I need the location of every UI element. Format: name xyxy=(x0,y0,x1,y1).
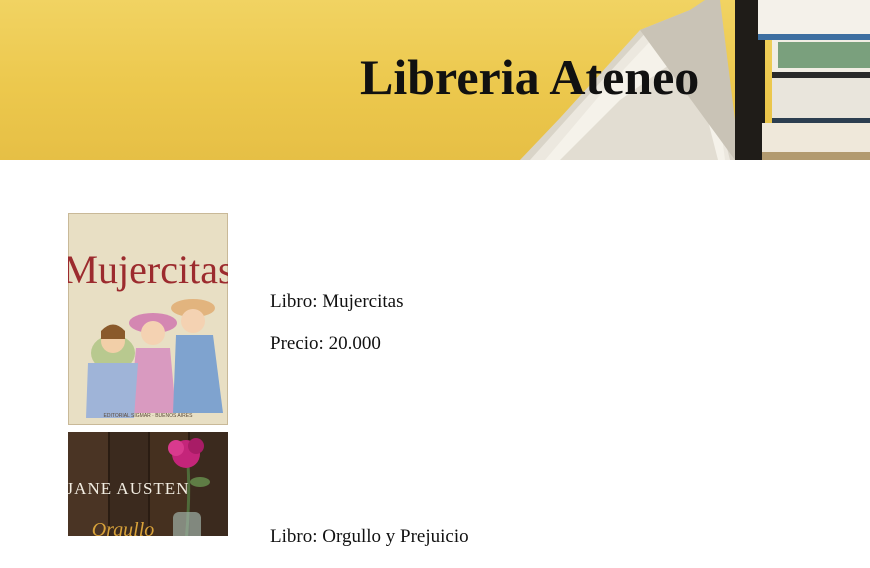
site-title: Libreria Ateneo xyxy=(360,49,700,105)
cover-title: Mujercitas xyxy=(68,247,228,292)
cover-author: JANE AUSTEN xyxy=(68,479,189,498)
book-item: Mujercitas EDITORIAL SIGMAR · BUENOS AIR… xyxy=(68,213,828,425)
book-name: Libro: Mujercitas xyxy=(270,291,404,312)
book-price: Precio: 20.000 xyxy=(270,333,381,354)
cover-publisher: EDITORIAL SIGMAR · BUENOS AIRES xyxy=(104,413,194,419)
cover-title: Orgullo xyxy=(92,519,155,536)
book-details: Libro: Mujercitas Precio: 20.000 xyxy=(270,291,404,375)
book-cover[interactable]: Mujercitas EDITORIAL SIGMAR · BUENOS AIR… xyxy=(68,213,228,425)
book-name: Libro: Orgullo y Prejuicio xyxy=(270,526,469,547)
header-banner: Libreria Ateneo xyxy=(0,0,870,160)
book-details: Libro: Orgullo y Prejuicio xyxy=(270,526,469,568)
book-cover[interactable]: JANE AUSTEN Orgullo xyxy=(68,432,228,536)
book-item: JANE AUSTEN Orgullo Libro: Orgullo y Pre… xyxy=(68,432,828,547)
